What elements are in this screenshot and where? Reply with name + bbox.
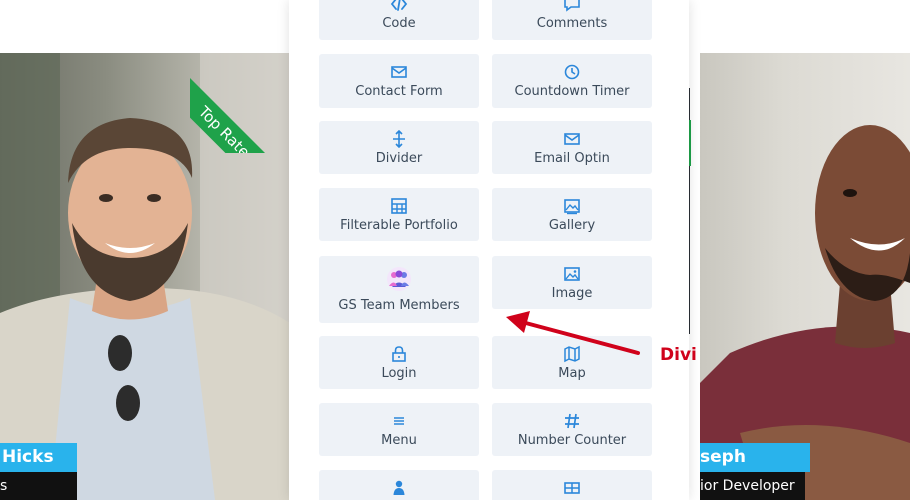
image-icon <box>564 266 580 281</box>
module-label: Filterable Portfolio <box>340 217 458 233</box>
module-number-counter-button[interactable]: Number Counter <box>492 403 652 456</box>
module-label: Map <box>558 365 586 381</box>
top-rated-ribbon: Top Rated <box>190 78 300 153</box>
team-member-name-left: Hicks <box>0 443 77 472</box>
module-label: Image <box>551 285 593 301</box>
module-label: Divider <box>375 150 423 166</box>
module-label: Number Counter <box>517 432 627 448</box>
ribbon-clip: Top Rated <box>190 53 300 153</box>
module-filterable-portfolio-button[interactable]: Filterable Portfolio <box>319 188 479 241</box>
module-gallery-button[interactable]: Gallery <box>492 188 652 241</box>
module-email-optin-button[interactable]: Email Optin <box>492 121 652 174</box>
module-label: Countdown Timer <box>514 84 630 99</box>
module-gs-team-members-button[interactable]: GS Team Members <box>319 256 479 323</box>
annotation-label: Divi <box>660 345 697 365</box>
grid-icon <box>391 197 407 214</box>
divider-icon <box>393 129 405 148</box>
envelope-icon <box>564 132 580 145</box>
ribbon-label: Top Rated <box>194 102 261 153</box>
module-label: Menu <box>381 432 417 448</box>
page: Top Rated Hicks s Designer seph Barren i… <box>0 0 910 500</box>
module-label: GS Team Members <box>338 298 460 313</box>
module-label: Comments <box>536 16 608 31</box>
module-label: Email Optin <box>534 150 610 166</box>
module-contact-form-button[interactable]: Contact Form <box>319 54 479 108</box>
module-label: Gallery <box>548 217 596 233</box>
envelope-icon <box>391 66 407 78</box>
module-label: Contact Form <box>355 84 443 99</box>
module-image-button[interactable]: Image <box>492 256 652 309</box>
module-code-button[interactable]: Code <box>319 0 479 40</box>
code-icon <box>390 0 408 11</box>
menu-icon <box>394 416 404 425</box>
annotation-arrow-icon <box>506 311 640 355</box>
timer-icon <box>564 64 580 80</box>
table-icon <box>564 482 580 494</box>
person-icon <box>393 480 405 495</box>
team-photo-right <box>700 53 910 500</box>
comments-icon <box>564 0 580 12</box>
team-member-role-right: ior Developer <box>700 472 805 500</box>
gallery-icon <box>564 198 580 214</box>
lock-icon <box>392 345 406 362</box>
team-members-icon <box>387 267 411 291</box>
module-person-button[interactable] <box>319 470 479 500</box>
module-login-button[interactable]: Login <box>319 336 479 389</box>
module-countdown-timer-button[interactable]: Countdown Timer <box>492 54 652 108</box>
module-label: Login <box>381 365 417 381</box>
man-portrait-right <box>700 125 910 500</box>
module-comments-button[interactable]: Comments <box>492 0 652 40</box>
module-menu-button[interactable]: Menu <box>319 403 479 456</box>
module-table-button[interactable] <box>492 470 652 500</box>
module-divider-button[interactable]: Divider <box>319 121 479 174</box>
hash-icon <box>565 413 579 428</box>
module-picker-panel: Code Comments Contact Form Countdown Tim… <box>289 0 689 500</box>
module-label: Code <box>382 16 416 31</box>
team-member-name-right: seph Barren <box>700 443 810 496</box>
team-member-role-left: s Designer <box>0 472 77 500</box>
